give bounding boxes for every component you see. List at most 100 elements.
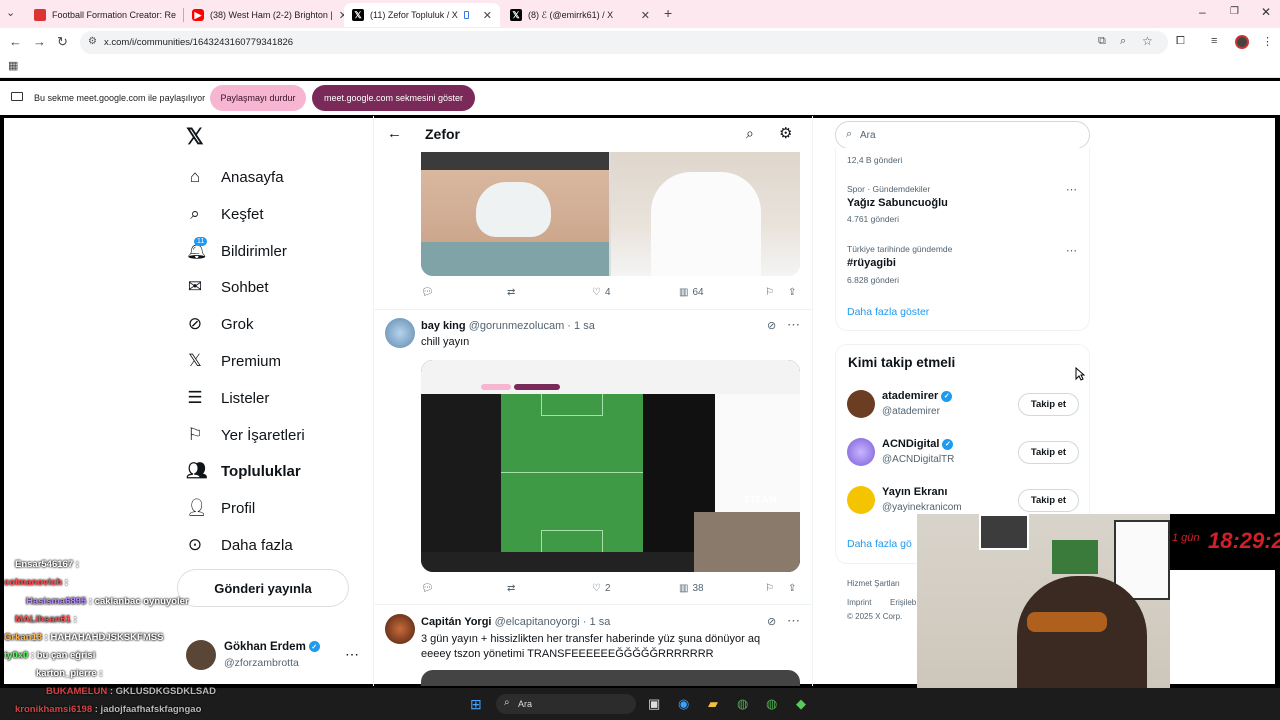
close-icon[interactable]: ✕	[641, 9, 650, 22]
follow-button[interactable]: Takip et	[1018, 441, 1079, 464]
share-button[interactable]: ⇪	[788, 583, 796, 594]
window-close-icon[interactable]: ✕	[1261, 5, 1271, 19]
follow-button[interactable]: Takip et	[1018, 489, 1079, 512]
bookmark-button[interactable]: ⚐	[765, 287, 774, 298]
avatar[interactable]	[847, 390, 875, 418]
minimize-icon[interactable]: –	[1199, 5, 1206, 19]
footer-terms-link[interactable]: Hizmet Şartları	[847, 579, 900, 588]
views-button[interactable]: ▥ 38	[679, 583, 704, 594]
new-tab-button[interactable]: +	[664, 5, 672, 21]
task-view-icon[interactable]: ▣	[648, 696, 660, 712]
like-button[interactable]: ♡ 2	[592, 583, 611, 594]
close-icon[interactable]: ✕	[483, 9, 492, 22]
avatar[interactable]	[385, 614, 415, 644]
repost-button[interactable]: ⇄	[507, 287, 515, 298]
nav-item-notifications[interactable]: 🔔︎ 11 Bildirimler	[186, 236, 287, 266]
like-button[interactable]: ♡ 4	[592, 287, 611, 298]
avatar[interactable]	[186, 640, 216, 670]
apps-grid-icon[interactable]: ▦	[8, 59, 18, 72]
post-more-icon[interactable]: ⋯	[787, 613, 800, 629]
reply-button[interactable]: 💬︎	[421, 287, 434, 298]
views-button[interactable]: ▥ 64	[679, 287, 704, 298]
author-name[interactable]: bay king	[421, 320, 466, 332]
trend-more-icon[interactable]: ⋯	[1066, 183, 1077, 196]
restore-icon[interactable]: ❐	[1230, 6, 1239, 17]
account-name[interactable]: Gökhan Erdem ✓	[224, 641, 320, 653]
nav-item-messages[interactable]: ✉ Sohbet	[186, 272, 269, 302]
reload-icon[interactable]: ↻	[57, 34, 68, 50]
windows-start-icon[interactable]: ⊞	[470, 696, 482, 713]
follow-button[interactable]: Takip et	[1018, 393, 1079, 416]
suggested-name[interactable]: Yayın Ekranı	[882, 486, 947, 498]
nav-item-grok[interactable]: ⊘ Grok	[186, 309, 254, 339]
browser-tab-1[interactable]: Football Formation Creator: Re ✕	[26, 3, 180, 27]
avatar[interactable]	[385, 318, 415, 348]
browser-tab-3-active[interactable]: 𝕏 (11) Zefor Topluluk / X ✕	[344, 3, 500, 27]
trend-more-icon[interactable]: ⋯	[1066, 244, 1077, 257]
post-time[interactable]: · 1 sa	[583, 616, 611, 628]
share-button[interactable]: ⇪	[788, 287, 796, 298]
reply-button[interactable]: 💬︎	[421, 583, 434, 594]
extensions-icon[interactable]: ⧠	[1176, 35, 1185, 48]
post-video-screenshot[interactable]: TITAN	[421, 360, 800, 572]
trend-title[interactable]: Yağız Sabuncuoğlu	[847, 197, 948, 209]
nav-item-profile[interactable]: 👤︎ Profil	[186, 493, 255, 523]
cast-icon[interactable]: ⧉	[1098, 35, 1106, 48]
forward-icon[interactable]: →	[33, 34, 46, 49]
show-meet-tab-button[interactable]: meet.google.com sekmesini göster	[312, 85, 475, 111]
nav-item-communities[interactable]: 👥︎ Topluluklar	[186, 456, 301, 486]
show-more-link[interactable]: Daha fazla gö	[847, 538, 912, 550]
post-image[interactable]	[421, 152, 609, 276]
taskbar-search[interactable]: ⌕ Ara	[496, 694, 636, 714]
nav-item-explore[interactable]: ⌕ Keşfet	[186, 199, 263, 229]
profile-avatar[interactable]	[1235, 35, 1249, 49]
site-info-icon[interactable]: ⚙	[88, 36, 97, 47]
app-icon[interactable]: ◆	[796, 696, 806, 712]
menu-icon[interactable]: ⋮	[1262, 35, 1273, 48]
address-bar[interactable]: ⚙ x.com/i/communities/164324316077934182…	[80, 31, 1168, 54]
search-input[interactable]: Ara	[860, 130, 876, 141]
browser-tab-2[interactable]: ▶ (38) West Ham (2-2) Brighton | ✕	[184, 3, 344, 27]
suggested-name[interactable]: atademirer ✓	[882, 390, 953, 402]
avatar[interactable]	[847, 486, 875, 514]
post-more-icon[interactable]: ⋯	[787, 317, 800, 333]
x-logo-icon[interactable]: 𝕏	[186, 124, 204, 150]
file-explorer-icon[interactable]: ▰	[708, 696, 718, 712]
stop-sharing-button[interactable]: Paylaşmayı durdur	[210, 85, 306, 111]
author-handle[interactable]: @gorunmezolucam	[469, 320, 565, 332]
author-handle[interactable]: @elcapitanoyorgi	[495, 616, 580, 628]
nav-item-more[interactable]: ⊙ Daha fazla	[186, 530, 293, 560]
show-more-link[interactable]: Daha fazla göster	[847, 306, 929, 318]
zoom-icon[interactable]: ⌕	[1120, 35, 1126, 48]
search-icon[interactable]: ⌕	[746, 125, 754, 142]
post-media[interactable]	[421, 670, 800, 686]
post-image[interactable]	[611, 152, 800, 276]
chrome-icon[interactable]: ◍	[766, 696, 777, 712]
nav-item-bookmarks[interactable]: ⚐ Yer İşaretleri	[186, 420, 304, 450]
bookmark-button[interactable]: ⚐	[765, 583, 774, 594]
chrome-icon[interactable]: ◍	[737, 696, 748, 712]
tab-search-chevron-icon[interactable]: ⌄	[6, 6, 15, 19]
post-button[interactable]: Gönderi yayınla	[178, 570, 348, 606]
nav-item-lists[interactable]: ☰ Listeler	[186, 383, 269, 413]
account-more-icon[interactable]: ⋯	[345, 646, 359, 663]
trend-title[interactable]: #rüyagibi	[847, 257, 896, 269]
back-icon[interactable]: ←	[9, 34, 22, 49]
grok-icon[interactable]: ⊘	[767, 319, 776, 332]
author-name[interactable]: Capitán Yorgi	[421, 616, 492, 628]
media-icon[interactable]: ≡	[1211, 35, 1217, 47]
grok-icon[interactable]: ⊘	[767, 615, 776, 628]
suggested-name[interactable]: ACNDigital ✓	[882, 438, 954, 450]
edge-icon[interactable]: ◉	[678, 696, 689, 712]
browser-tab-4[interactable]: 𝕏 (8) ℰ (@emirrk61) / X ✕	[502, 3, 658, 27]
footer-accessibility-link[interactable]: Erişileb	[890, 598, 916, 607]
repost-button[interactable]: ⇄	[507, 583, 515, 594]
search-box[interactable]: ⌕ Ara	[835, 121, 1090, 149]
footer-imprint-link[interactable]: Imprint	[847, 598, 871, 607]
nav-item-premium[interactable]: 𝕏 Premium	[186, 346, 281, 376]
post-time[interactable]: · 1 sa	[567, 320, 595, 332]
back-arrow-icon[interactable]: ←	[387, 125, 402, 142]
post-media-grid[interactable]	[421, 152, 800, 276]
gear-icon[interactable]: ⚙	[779, 124, 792, 142]
avatar[interactable]	[847, 438, 875, 466]
